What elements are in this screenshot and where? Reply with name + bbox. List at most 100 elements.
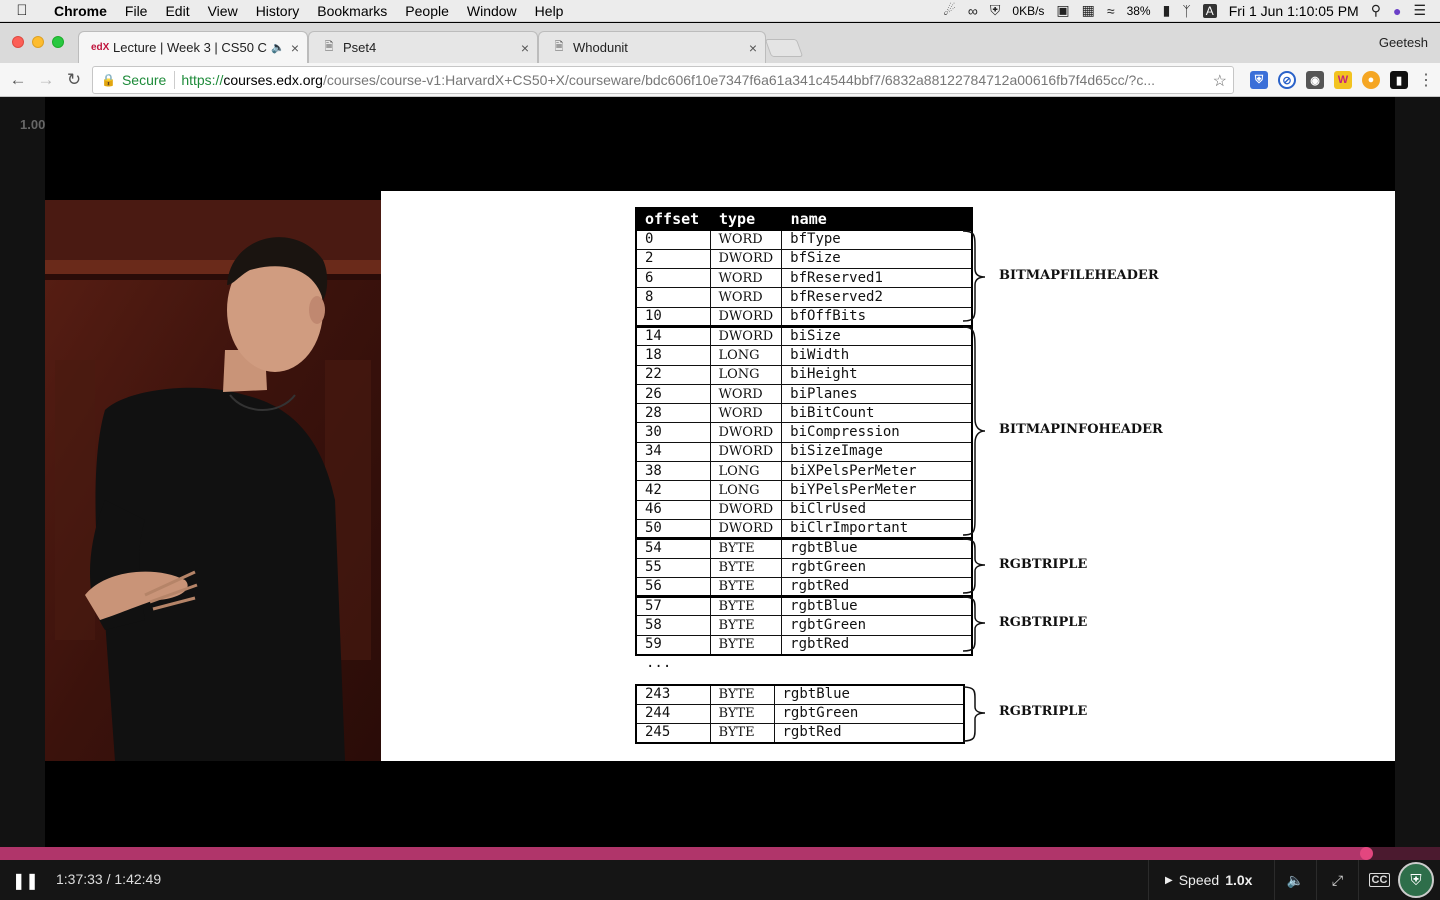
type-cell: BYTE: [709, 684, 775, 705]
lock-icon[interactable]: 🔒: [101, 73, 116, 87]
offset-cell: 42: [635, 480, 711, 501]
menu-edit[interactable]: Edit: [156, 3, 198, 19]
bluetooth-icon[interactable]: ᛉ: [1182, 3, 1190, 19]
offset-cell: 243: [635, 684, 711, 705]
tab-whodunit[interactable]: 🗎 Whodunit ×: [538, 31, 766, 63]
left-side-panel: 1.00: [0, 97, 45, 847]
shield-status-icon[interactable]: ⛨: [990, 2, 1001, 19]
type-cell: DWORD: [709, 422, 783, 443]
closed-captions-button[interactable]: CC: [1358, 860, 1400, 900]
spotlight-search-icon[interactable]: ⚲: [1371, 2, 1381, 19]
bookmark-star-icon[interactable]: ☆: [1213, 71, 1227, 91]
name-cell: rgbtBlue: [781, 595, 973, 617]
type-cell: DWORD: [709, 499, 783, 520]
secure-label[interactable]: Secure: [122, 72, 166, 88]
new-tab-button[interactable]: [764, 39, 804, 57]
columns-extension-icon[interactable]: ▮: [1390, 71, 1408, 89]
current-time: 1:37:33: [56, 871, 103, 887]
reload-icon[interactable]: ↻: [60, 70, 88, 90]
cc-label: CC: [1368, 873, 1391, 887]
ghostery-extension-icon[interactable]: ◉: [1306, 71, 1324, 89]
window-zoom-button[interactable]: [52, 36, 64, 48]
clock[interactable]: Fri 1 Jun 1:10:05 PM: [1229, 3, 1359, 19]
progress-scrubber-handle[interactable]: [1360, 847, 1374, 860]
offset-cell: 14: [635, 324, 711, 347]
siri-icon[interactable]: ●: [1393, 3, 1401, 19]
grid-icon[interactable]: ▦: [1082, 2, 1095, 19]
notification-center-icon[interactable]: ☰: [1413, 2, 1426, 19]
offset-cell: 245: [635, 723, 711, 744]
menu-window[interactable]: Window: [458, 3, 526, 19]
chrome-menu-icon[interactable]: ⋮: [1418, 70, 1434, 90]
table-row: 30 DWORD biCompression: [635, 422, 973, 443]
label-rgbtriple-3: RGBTRIPLE: [999, 704, 1088, 719]
shield-extension-icon[interactable]: ⛨: [1398, 862, 1434, 898]
wifi-icon[interactable]: ≈: [1107, 3, 1115, 19]
menu-history[interactable]: History: [247, 3, 309, 19]
w-extension-icon[interactable]: W: [1334, 71, 1352, 89]
tab-close-icon[interactable]: ×: [521, 40, 529, 56]
table-row: 38 LONG biXPelsPerMeter: [635, 461, 973, 482]
tab-pset4[interactable]: 🗎 Pset4 ×: [308, 31, 538, 63]
volume-icon[interactable]: 🔈: [1274, 860, 1316, 900]
type-cell: LONG: [709, 364, 783, 385]
input-source[interactable]: A: [1202, 3, 1217, 18]
name-cell: rgbtRed: [773, 723, 965, 744]
menu-view[interactable]: View: [199, 3, 247, 19]
speed-value: 1.0x: [1225, 872, 1253, 888]
name-cell: bfOffBits: [781, 306, 973, 327]
table-row: 0 WORD bfType: [635, 229, 973, 250]
offset-cell: 0: [635, 229, 711, 250]
block-extension-icon[interactable]: ⊘: [1278, 71, 1296, 89]
menu-app-name[interactable]: Chrome: [44, 3, 116, 19]
speed-control[interactable]: ▶ Speed 1.0x: [1148, 860, 1268, 900]
video-player[interactable]: 1.00 offset type name 0 WORD bfType 2 DW…: [0, 97, 1440, 847]
menu-people[interactable]: People: [396, 3, 458, 19]
tab-close-icon[interactable]: ×: [291, 40, 299, 56]
url-host: courses.edx.org: [223, 72, 323, 88]
menu-file[interactable]: File: [116, 3, 157, 19]
audio-playing-icon[interactable]: 🔈: [271, 41, 285, 54]
battery-icon[interactable]: ▮: [1163, 2, 1171, 19]
url-path: /courses/course-v1:HarvardX+CS50+X/cours…: [322, 72, 1156, 88]
name-cell: bfReserved1: [781, 268, 973, 289]
type-cell: LONG: [709, 461, 783, 482]
window-minimize-button[interactable]: [32, 36, 44, 48]
profile-name[interactable]: Geetesh: [1379, 35, 1428, 50]
table-row: 57 BYTE rgbtBlue: [635, 595, 973, 617]
cookie-extension-icon[interactable]: ●: [1362, 71, 1380, 89]
menu-help[interactable]: Help: [526, 3, 573, 19]
video-progress-bar[interactable]: [0, 847, 1440, 860]
table-row: 59 BYTE rgbtRed: [635, 634, 973, 656]
offset-cell: 30: [635, 422, 711, 443]
infinity-icon[interactable]: ∞: [968, 3, 978, 19]
back-arrow-icon[interactable]: ←: [4, 70, 32, 90]
offset-cell: 18: [635, 345, 711, 366]
pause-icon[interactable]: ❚❚: [12, 871, 39, 891]
offset-cell: 55: [635, 557, 711, 578]
privacy-extension-icon[interactable]: ⛨: [1250, 71, 1268, 89]
forward-arrow-icon[interactable]: →: [32, 70, 60, 90]
type-cell: DWORD: [709, 248, 783, 270]
display-icon[interactable]: ▣: [1056, 2, 1069, 19]
activity-icon[interactable]: ☄: [943, 2, 956, 19]
network-speed[interactable]: 0KB/s: [1012, 4, 1044, 18]
extensions-area: ⛨ ⊘ ◉ W ● ▮ ⋮: [1250, 70, 1434, 90]
address-bar[interactable]: 🔒 Secure https:// courses.edx.org /cours…: [92, 66, 1234, 94]
tab-lecture[interactable]: edX Lecture | Week 3 | CS50 Co 🔈 ×: [78, 31, 308, 63]
name-cell: biXPelsPerMeter: [781, 461, 973, 482]
apple-menu-icon[interactable]: : [0, 2, 44, 19]
table-row: 55 BYTE rgbtGreen: [635, 557, 973, 578]
exit-fullscreen-icon[interactable]: ⤢: [1316, 860, 1358, 900]
type-cell: BYTE: [709, 537, 783, 559]
battery-percent[interactable]: 38%: [1127, 4, 1151, 18]
window-close-button[interactable]: [12, 36, 24, 48]
status-area: ☄ ∞ ⛨ 0KB/s ▣ ▦ ≈ 38% ▮ ᛉ A Fri 1 Jun 1:…: [943, 2, 1440, 19]
offset-cell: 28: [635, 403, 711, 424]
tab-close-icon[interactable]: ×: [749, 40, 757, 56]
url-scheme: https://: [181, 72, 224, 88]
offset-cell: 56: [635, 576, 711, 598]
menu-bookmarks[interactable]: Bookmarks: [308, 3, 396, 19]
label-rgbtriple-2: RGBTRIPLE: [999, 615, 1088, 630]
type-cell: BYTE: [709, 703, 775, 725]
